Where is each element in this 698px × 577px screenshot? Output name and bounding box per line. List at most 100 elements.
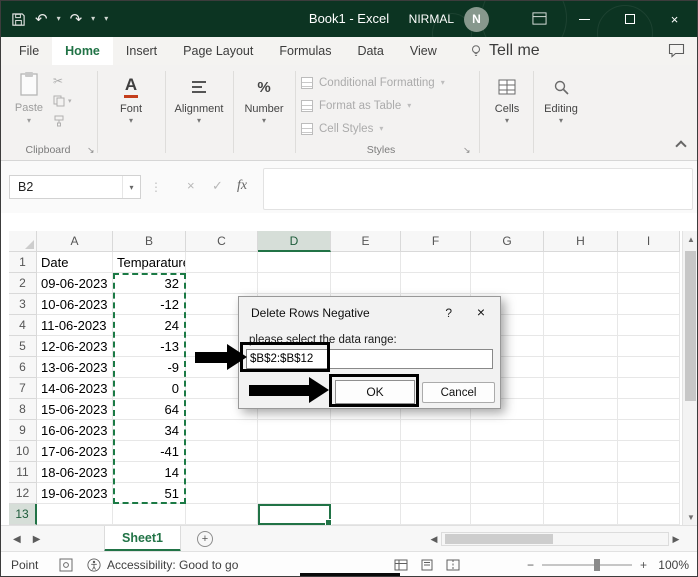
cells-group-button[interactable]: Cells ▾ <box>483 72 531 125</box>
number-group-button[interactable]: % Number ▾ <box>235 72 293 126</box>
cell-H8[interactable] <box>544 399 618 420</box>
cell-G2[interactable] <box>471 273 544 294</box>
row-header-9[interactable]: 9 <box>9 420 37 441</box>
cell-E2[interactable] <box>331 273 401 294</box>
scroll-left-icon[interactable]: ◀ <box>427 534 441 545</box>
cell-H2[interactable] <box>544 273 618 294</box>
column-header-D[interactable]: D <box>258 231 331 252</box>
cancel-entry-icon[interactable]: × <box>187 178 195 193</box>
cell-B3[interactable]: -12 <box>113 294 186 315</box>
cell-B12[interactable]: 51 <box>113 483 186 504</box>
cancel-button[interactable]: Cancel <box>422 382 495 403</box>
normal-view-icon[interactable] <box>394 559 408 571</box>
cell-I11[interactable] <box>618 462 680 483</box>
cell-B10[interactable]: -41 <box>113 441 186 462</box>
horizontal-scrollbar[interactable]: ◀ ▶ <box>427 531 683 547</box>
row-header-13[interactable]: 13 <box>9 504 37 525</box>
formula-bar-grip[interactable]: ⋮ <box>150 180 162 194</box>
format-as-table-button[interactable]: Format as Table ▾ <box>301 96 445 115</box>
cell-C9[interactable] <box>186 420 258 441</box>
column-header-F[interactable]: F <box>401 231 471 252</box>
cell-C10[interactable] <box>186 441 258 462</box>
cell-F13[interactable] <box>401 504 471 525</box>
clipboard-dialog-launcher-icon[interactable]: ↘ <box>87 145 95 156</box>
cell-H6[interactable] <box>544 357 618 378</box>
previous-sheet-icon[interactable]: ◀ <box>13 534 21 545</box>
cell-A7[interactable]: 14-06-2023 <box>37 378 113 399</box>
cell-I10[interactable] <box>618 441 680 462</box>
cell-E12[interactable] <box>331 483 401 504</box>
save-icon[interactable] <box>11 12 26 27</box>
ribbon-display-options-icon[interactable] <box>532 11 547 26</box>
cell-A1[interactable]: Date <box>37 252 113 273</box>
cell-B1[interactable]: Temparature <box>113 252 186 273</box>
cell-E9[interactable] <box>331 420 401 441</box>
cell-A10[interactable]: 17-06-2023 <box>37 441 113 462</box>
cell-I3[interactable] <box>618 294 680 315</box>
cell-I5[interactable] <box>618 336 680 357</box>
accessibility-status[interactable]: Accessibility: Good to go <box>87 552 238 576</box>
cell-C12[interactable] <box>186 483 258 504</box>
zoom-in-button[interactable]: + <box>640 558 647 572</box>
cell-A11[interactable]: 18-06-2023 <box>37 462 113 483</box>
column-header-G[interactable]: G <box>471 231 544 252</box>
cell-F2[interactable] <box>401 273 471 294</box>
page-break-view-icon[interactable] <box>446 559 460 571</box>
cell-G11[interactable] <box>471 462 544 483</box>
sheet-tab-sheet1[interactable]: Sheet1 <box>104 526 181 552</box>
cell-G9[interactable] <box>471 420 544 441</box>
cell-H13[interactable] <box>544 504 618 525</box>
cell-B7[interactable]: 0 <box>113 378 186 399</box>
row-header-1[interactable]: 1 <box>9 252 37 273</box>
vertical-scroll-thumb[interactable] <box>685 251 696 401</box>
column-header-B[interactable]: B <box>113 231 186 252</box>
column-header-A[interactable]: A <box>37 231 113 252</box>
cell-B6[interactable]: -9 <box>113 357 186 378</box>
tab-view[interactable]: View <box>397 37 450 65</box>
cell-H7[interactable] <box>544 378 618 399</box>
cell-H5[interactable] <box>544 336 618 357</box>
cell-A4[interactable]: 11-06-2023 <box>37 315 113 336</box>
cell-H9[interactable] <box>544 420 618 441</box>
collapse-ribbon-icon[interactable] <box>675 140 687 152</box>
styles-dialog-launcher-icon[interactable]: ↘ <box>463 145 471 156</box>
vertical-scrollbar[interactable]: ▲ ▼ <box>682 231 697 525</box>
tab-file[interactable]: File <box>1 37 52 65</box>
cell-H1[interactable] <box>544 252 618 273</box>
cell-E10[interactable] <box>331 441 401 462</box>
cell-H4[interactable] <box>544 315 618 336</box>
row-header-8[interactable]: 8 <box>9 399 37 420</box>
cut-button[interactable]: ✂ <box>53 73 63 88</box>
cell-A8[interactable]: 15-06-2023 <box>37 399 113 420</box>
enter-entry-icon[interactable]: ✓ <box>212 178 223 194</box>
cell-F9[interactable] <box>401 420 471 441</box>
row-header-5[interactable]: 5 <box>9 336 37 357</box>
cell-C2[interactable] <box>186 273 258 294</box>
cell-C13[interactable] <box>186 504 258 525</box>
row-header-10[interactable]: 10 <box>9 441 37 462</box>
editing-group-button[interactable]: Editing ▾ <box>535 72 587 125</box>
cell-B2[interactable]: 32 <box>113 273 186 294</box>
macro-record-icon[interactable] <box>59 558 73 572</box>
cell-I13[interactable] <box>618 504 680 525</box>
cell-D12[interactable] <box>258 483 331 504</box>
account-area[interactable]: NIRMAL N <box>409 1 489 37</box>
paste-button[interactable]: Paste ▾ <box>9 71 49 126</box>
data-range-input[interactable] <box>246 349 493 369</box>
cell-I7[interactable] <box>618 378 680 399</box>
cell-B13[interactable] <box>113 504 186 525</box>
cell-A9[interactable]: 16-06-2023 <box>37 420 113 441</box>
page-layout-view-icon[interactable] <box>420 559 434 571</box>
cell-A3[interactable]: 10-06-2023 <box>37 294 113 315</box>
cell-I1[interactable] <box>618 252 680 273</box>
new-sheet-button[interactable]: + <box>197 531 213 547</box>
cell-D1[interactable] <box>258 252 331 273</box>
cell-A5[interactable]: 12-06-2023 <box>37 336 113 357</box>
font-group-button[interactable]: A Font ▾ <box>101 72 161 125</box>
dialog-help-button[interactable]: ? <box>445 306 452 320</box>
row-header-6[interactable]: 6 <box>9 357 37 378</box>
comments-icon[interactable] <box>668 43 685 58</box>
cell-B5[interactable]: -13 <box>113 336 186 357</box>
cell-F11[interactable] <box>401 462 471 483</box>
maximize-button[interactable] <box>607 1 652 37</box>
